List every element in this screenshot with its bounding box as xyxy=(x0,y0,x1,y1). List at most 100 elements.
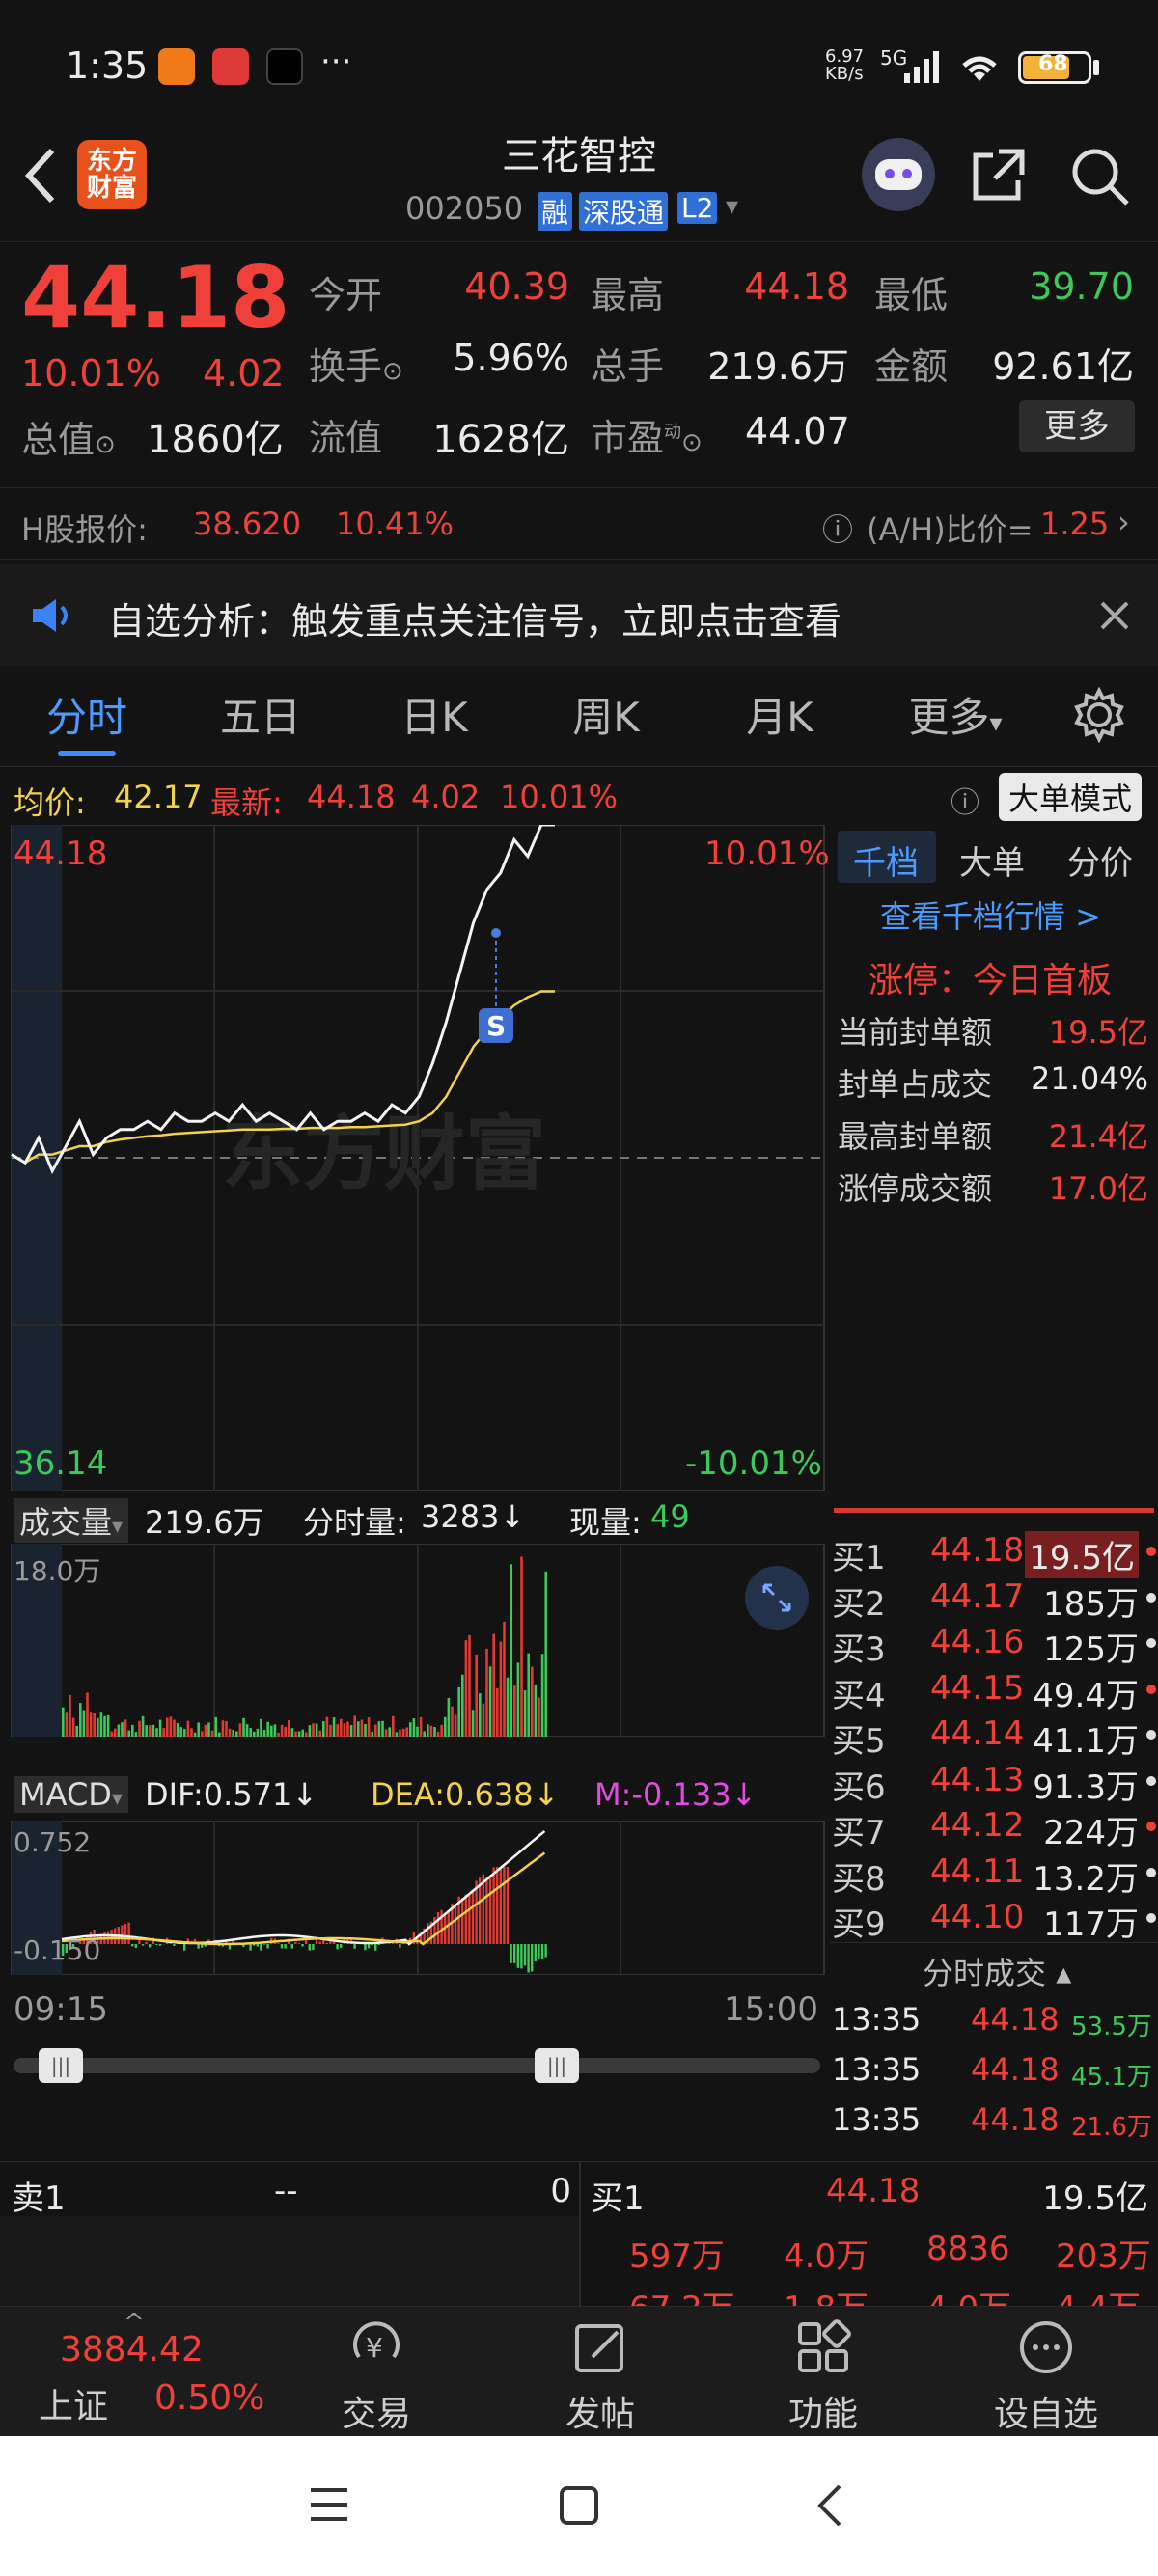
volume-bar xyxy=(325,1716,329,1737)
macd-selector[interactable]: MACD▾ xyxy=(14,1776,128,1813)
tab-rik[interactable]: 日K xyxy=(352,685,516,744)
range-slider-right-handle[interactable]: ||| xyxy=(535,2048,579,2083)
volume-bar xyxy=(232,1729,234,1737)
order-book-row[interactable]: 买6 44.13 91.3万 xyxy=(830,1761,1158,1807)
pankou-panel[interactable]: 卖1 -- 0 买1 44.18 19.5亿 597万 4.0万 8836 20… xyxy=(0,2161,1158,2328)
search-icon[interactable] xyxy=(1069,146,1131,207)
help-icon[interactable]: ⓘ xyxy=(822,506,853,550)
nav-trade[interactable]: ¥ 交易 xyxy=(280,2307,473,2437)
volume-bar xyxy=(190,1728,193,1737)
clock: 1:35 xyxy=(66,44,149,87)
macd-bar xyxy=(149,1944,152,1948)
settings-gear-icon[interactable] xyxy=(1071,687,1127,743)
volume-bar xyxy=(277,1732,280,1737)
h-share-quote[interactable]: H股报价: 38.620 10.41% ⓘ (A/H)比价= 1.25 › xyxy=(0,487,1158,560)
pct-axis-top: 10.01% xyxy=(704,835,830,873)
nav-post[interactable]: 发帖 xyxy=(504,2307,697,2437)
macd-m: M:-0.133↓ xyxy=(594,1776,758,1813)
nav-functions[interactable]: 功能 xyxy=(727,2307,920,2437)
order-book-row[interactable]: 买4 44.15 49.4万 xyxy=(830,1669,1158,1715)
macd-bar xyxy=(464,1894,467,1944)
price-chart[interactable]: 东方财富 S xyxy=(0,825,830,1491)
order-book-row[interactable]: 买5 44.14 41.1万 xyxy=(830,1714,1158,1761)
order-book-row[interactable]: 买2 44.17 185万 xyxy=(830,1577,1158,1624)
tab-more[interactable]: 更多▾ xyxy=(873,685,1037,744)
sell1-volume: 0 xyxy=(550,2172,571,2210)
volume-selector[interactable]: 成交量▾ xyxy=(14,1498,129,1543)
volume-bar xyxy=(332,1717,336,1737)
price-axis-top: 44.18 xyxy=(14,835,108,873)
macd-chart[interactable] xyxy=(0,1821,830,1975)
order-price: 44.12 xyxy=(930,1806,1025,1845)
order-book-row[interactable]: 买1 44.18 19.5亿 xyxy=(830,1531,1158,1578)
share-icon[interactable] xyxy=(970,146,1028,204)
macd-bar xyxy=(399,1944,401,1948)
order-book-row[interactable]: 买9 44.10 117万 xyxy=(830,1898,1158,1942)
trades-panel[interactable]: 分时成交 ▴ 13:35 44.18 53.5万 13:35 44.18 45.… xyxy=(830,1942,1158,2156)
current-volume-label: 现量: xyxy=(569,1504,642,1541)
view-qiandang-link[interactable]: 查看千档行情 > xyxy=(880,892,1101,937)
expand-icon[interactable] xyxy=(745,1566,809,1630)
badge-rong: 融 xyxy=(538,192,573,231)
order-dot xyxy=(1146,1547,1156,1556)
back-nav-icon[interactable] xyxy=(811,2482,849,2529)
code-dropdown-icon[interactable]: ▾ xyxy=(726,192,738,221)
tab-wuri[interactable]: 五日 xyxy=(179,685,343,744)
active-tab-indicator xyxy=(58,751,116,756)
big-order-mode-button[interactable]: 大单模式 xyxy=(999,773,1143,821)
macd-bar xyxy=(367,1944,371,1949)
macd-bar xyxy=(503,1867,506,1944)
analysis-banner[interactable]: 自选分析：触发重点关注信号，立即点击查看 xyxy=(0,564,1158,666)
volume-bar xyxy=(399,1729,401,1737)
tab-fenshi[interactable]: 分时 xyxy=(5,685,169,744)
menu-icon[interactable] xyxy=(307,2482,351,2527)
volume-bar xyxy=(93,1713,96,1737)
order-book[interactable]: 买1 44.18 19.5亿 买2 44.17 185万 买3 44.16 125万 买4 44.1… xyxy=(830,1518,1158,1942)
order-book-row[interactable]: 买3 44.16 125万 xyxy=(830,1623,1158,1669)
order-volume: 19.5亿 xyxy=(1025,1531,1139,1578)
index-ticker[interactable]: ^ 3884.42 上证 0.50% xyxy=(0,2307,290,2437)
more-button[interactable]: 更多 xyxy=(1019,400,1135,452)
macd-bar xyxy=(471,1889,475,1944)
macd-bar xyxy=(124,1924,127,1944)
close-icon[interactable] xyxy=(1098,599,1131,632)
macd-bar xyxy=(374,1944,377,1951)
order-dot xyxy=(1146,1684,1156,1694)
volume-bar xyxy=(201,1731,204,1737)
tab-zhouk[interactable]: 周K xyxy=(524,685,688,744)
order-dot xyxy=(1146,1775,1156,1786)
chevron-down-icon: ▾ xyxy=(112,1515,124,1539)
intraday-chart-area: 均价: 42.17 最新: 44.18 4.02 10.01% ⓘ 大单模式 东… xyxy=(0,767,1158,2156)
speaker-icon xyxy=(33,599,68,632)
net-speed: 6.97 KB/s xyxy=(825,46,865,84)
side-tab-dadan[interactable]: 大单 xyxy=(959,836,1025,884)
side-tab-qiandang[interactable]: 千档 xyxy=(853,836,919,884)
volume-bar xyxy=(336,1724,339,1737)
volume-bar xyxy=(249,1727,252,1737)
order-book-row[interactable]: 买7 44.12 224万 xyxy=(830,1806,1158,1852)
macd-bar xyxy=(297,1943,301,1944)
range-slider-left-handle[interactable]: ||| xyxy=(39,2048,83,2083)
volume-bar xyxy=(440,1724,443,1737)
volume-bar xyxy=(388,1727,391,1737)
volume-bar xyxy=(340,1718,343,1737)
help-icon[interactable]: ⓘ xyxy=(951,779,979,821)
watermark: 东方财富 xyxy=(222,1107,546,1201)
home-icon[interactable] xyxy=(558,2484,600,2527)
volume-bar xyxy=(162,1728,165,1737)
volume-bar xyxy=(75,1725,78,1737)
range-slider-track[interactable] xyxy=(14,2058,820,2073)
order-book-row[interactable]: 买8 44.11 13.2万 xyxy=(830,1852,1158,1899)
side-tab-fenjia[interactable]: 分价 xyxy=(1067,836,1133,884)
notification-gift-icon xyxy=(212,48,249,85)
volume-bar xyxy=(301,1729,304,1737)
volume-bar xyxy=(381,1720,384,1737)
macd-bar xyxy=(479,1877,482,1944)
macd-bar xyxy=(520,1944,523,1969)
tab-yuek[interactable]: 月K xyxy=(698,685,862,744)
volume-bar xyxy=(166,1717,169,1737)
nav-add-watchlist[interactable]: 设自选 xyxy=(950,2307,1143,2437)
volume-bar xyxy=(506,1677,510,1737)
robot-assistant-icon[interactable] xyxy=(862,138,935,211)
volume-chart[interactable] xyxy=(0,1544,830,1737)
